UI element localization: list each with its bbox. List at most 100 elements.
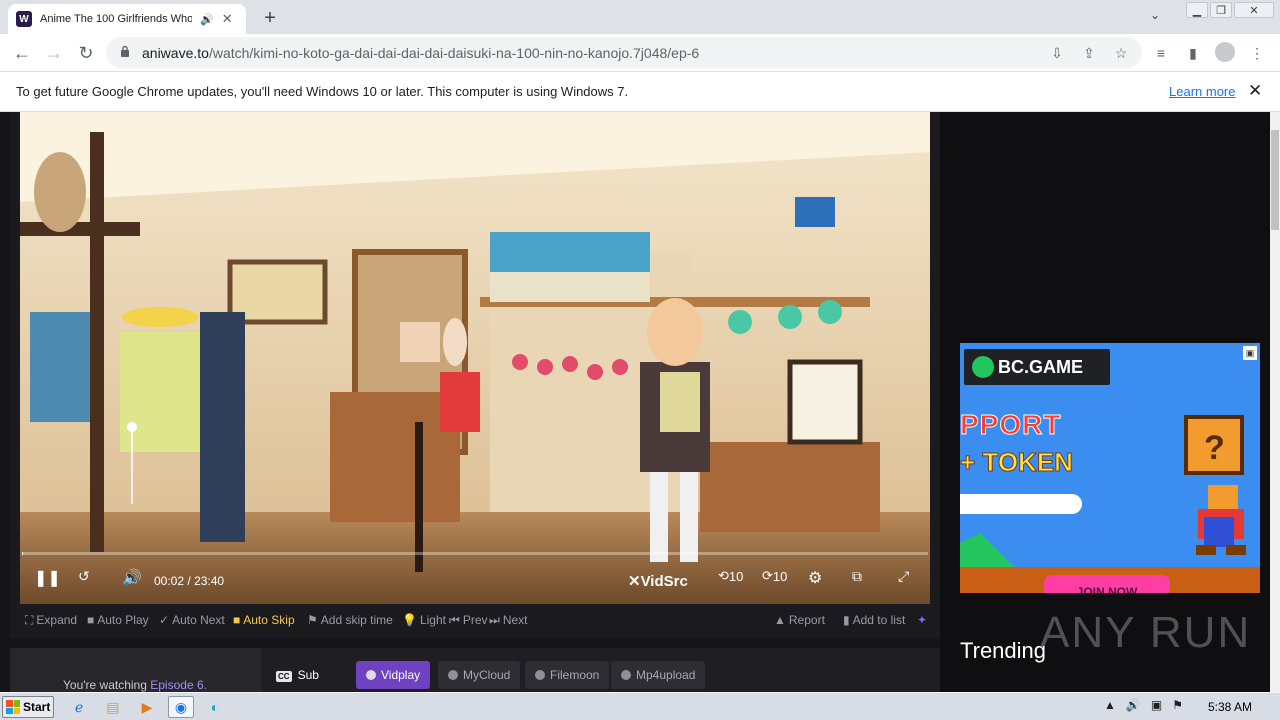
auto-play-option[interactable]: ■ Auto Play [87, 613, 149, 627]
fullscreen-icon[interactable]: ⤢ [898, 568, 909, 585]
pause-icon[interactable]: ❚❚ [34, 568, 61, 588]
server-label: Filemoon [550, 668, 600, 682]
watching-prefix: You're watching [63, 678, 147, 692]
ad-brand-mark-icon [972, 356, 994, 378]
edge-icon[interactable]: ◐ [202, 696, 228, 718]
volume-track [131, 428, 133, 504]
restore-button[interactable]: ❐ [1210, 2, 1232, 18]
auto-next-option[interactable]: ✓ Auto Next [159, 613, 225, 627]
add-skip-time-option[interactable]: ⚑ Add skip time [307, 613, 393, 627]
next-option[interactable]: ⏭ Next [489, 613, 528, 628]
report-label: Report [788, 613, 825, 627]
start-button[interactable]: Start [2, 696, 54, 718]
vidsrc-logo[interactable]: ✕VidSrc [628, 572, 688, 590]
forward-arrow-icon[interactable]: → [42, 41, 66, 65]
share-icon[interactable]: ⇪ [1079, 43, 1099, 63]
settings-gear-icon[interactable]: ⚙ [808, 568, 822, 588]
server-mycloud-button[interactable]: MyCloud [438, 661, 521, 689]
minimize-button[interactable]: ▁ [1186, 2, 1208, 18]
skip-forward-label: 10 [772, 568, 788, 584]
side-panel-icon[interactable]: ▮ [1183, 43, 1203, 63]
watching-box: You're watching Episode 6. [10, 648, 261, 692]
infobar-message: To get future Google Chrome updates, you… [16, 84, 629, 99]
add-skip-time-label: Add skip time [320, 613, 393, 627]
back-arrow-icon[interactable]: ← [10, 41, 34, 65]
tray-flag-icon[interactable]: ⚑ [1172, 698, 1183, 712]
ad-close-icon[interactable]: ▣ [1243, 346, 1257, 360]
skip-back-label: 10 [728, 568, 744, 584]
server-label: Vidplay [381, 668, 421, 682]
browser-tab[interactable]: W Anime The 100 Girlfriends Who Really, … [8, 4, 246, 34]
chrome-icon[interactable]: ◉ [168, 696, 194, 718]
seek-bar[interactable] [22, 552, 928, 555]
server-vidplay-button[interactable]: Vidplay [356, 661, 431, 689]
audio-playing-icon[interactable]: 🔊 [200, 13, 214, 26]
volume-knob[interactable] [127, 422, 137, 432]
light-option[interactable]: 💡 Light [402, 613, 446, 627]
server-filemoon-button[interactable]: Filemoon [525, 661, 610, 689]
ad-white-bar [960, 494, 1082, 514]
play-circle-icon [535, 670, 545, 680]
server-mp4upload-button[interactable]: Mp4upload [611, 661, 706, 689]
update-infobar: To get future Google Chrome updates, you… [0, 71, 1280, 112]
share-network-icon[interactable]: ✦ [917, 613, 927, 627]
windows-logo-icon [6, 700, 20, 714]
scrollbar-thumb[interactable] [1271, 130, 1279, 230]
rewind-10-icon[interactable]: ↺ [78, 568, 90, 585]
next-label: Next [502, 613, 528, 627]
light-label: Light [419, 613, 446, 627]
checkbox-checked-icon: ■ [233, 613, 241, 627]
skip-forward-button[interactable]: ⟳ 10 [762, 568, 787, 584]
close-window-button[interactable]: ✕ [1234, 2, 1274, 18]
tray-network-icon[interactable]: ▣ [1151, 698, 1162, 712]
current-time: 00:02 [154, 574, 185, 588]
prev-option[interactable]: ⏮ Prev [449, 613, 488, 628]
skip-back-button[interactable]: ⟲ 10 [718, 568, 743, 584]
next-icon: ⏭ [489, 613, 500, 627]
play-circle-icon [448, 670, 458, 680]
server-panel: You're watching Episode 6. CC Sub Vidplay… [10, 648, 940, 692]
expand-label: Expand [36, 613, 78, 627]
internet-explorer-icon[interactable]: ℯ [66, 696, 92, 718]
windows-taskbar: Start ℯ ▤ ▶ ◉ ◐ ▲ 🔊 ▣ ⚑ 5:38 AM [0, 692, 1280, 720]
url-text: aniwave.to/watch/kimi-no-koto-ga-dai-dai… [142, 45, 699, 61]
taskbar-clock[interactable]: 5:38 AM [1208, 700, 1252, 714]
install-app-icon[interactable]: ⇩ [1047, 43, 1067, 63]
lock-icon [121, 45, 129, 57]
right-sidebar: BC.GAME ▣ PPORT + TOKEN ? JOIN NOW Trend… [940, 112, 1270, 692]
video-frame[interactable] [20, 112, 930, 604]
menu-dots-icon[interactable]: ⋮ [1247, 43, 1267, 63]
address-bar[interactable]: aniwave.to/watch/kimi-no-koto-ga-dai-dai… [106, 37, 1142, 68]
picture-in-picture-icon[interactable]: ⧉ [852, 568, 862, 585]
close-infobar-icon[interactable]: ✕ [1248, 81, 1262, 101]
report-option[interactable]: ▲ Report [774, 613, 825, 627]
file-explorer-icon[interactable]: ▤ [100, 696, 126, 718]
media-player-icon[interactable]: ▶ [134, 696, 160, 718]
reload-icon[interactable]: ↻ [74, 41, 98, 65]
checkbox-icon: ■ [87, 613, 95, 627]
bookmark-star-icon[interactable]: ☆ [1111, 43, 1131, 63]
time-display: 00:02 / 23:40 [154, 574, 224, 588]
close-tab-icon[interactable]: ✕ [222, 11, 233, 27]
tab-search-chevron-icon[interactable]: ⌄ [1150, 8, 1160, 22]
learn-more-link[interactable]: Learn more [1169, 84, 1235, 99]
add-to-list-option[interactable]: ▮ Add to list [843, 613, 905, 627]
advertisement-banner[interactable]: BC.GAME ▣ PPORT + TOKEN ? JOIN NOW [960, 343, 1260, 593]
vidsrc-label: VidSrc [640, 573, 688, 590]
expand-option[interactable]: ⛶ Expand [25, 613, 77, 628]
ad-join-now-button[interactable]: JOIN NOW [1044, 575, 1170, 593]
player-controls: ❚❚ ↺ 🔊 00:02 / 23:40 ✕VidSrc ⟲ 10 ⟳ 10 ⚙ ⧉… [20, 422, 930, 604]
new-tab-button[interactable]: + [258, 6, 282, 30]
tray-volume-icon[interactable]: 🔊 [1126, 698, 1141, 712]
auto-play-label: Auto Play [97, 613, 149, 627]
url-host: aniwave.to [142, 45, 209, 61]
tray-expand-icon[interactable]: ▲ [1104, 698, 1116, 712]
auto-skip-option[interactable]: ■ Auto Skip [233, 613, 295, 627]
ad-game-character-image: ? [1184, 415, 1246, 555]
volume-slider[interactable] [127, 422, 137, 506]
page-scrollbar[interactable] [1270, 112, 1280, 692]
ad-brand-logo: BC.GAME [964, 349, 1110, 385]
profile-avatar-icon[interactable] [1215, 42, 1235, 62]
media-control-icon[interactable]: ≡ [1151, 43, 1171, 63]
volume-icon[interactable]: 🔊 [122, 568, 142, 588]
